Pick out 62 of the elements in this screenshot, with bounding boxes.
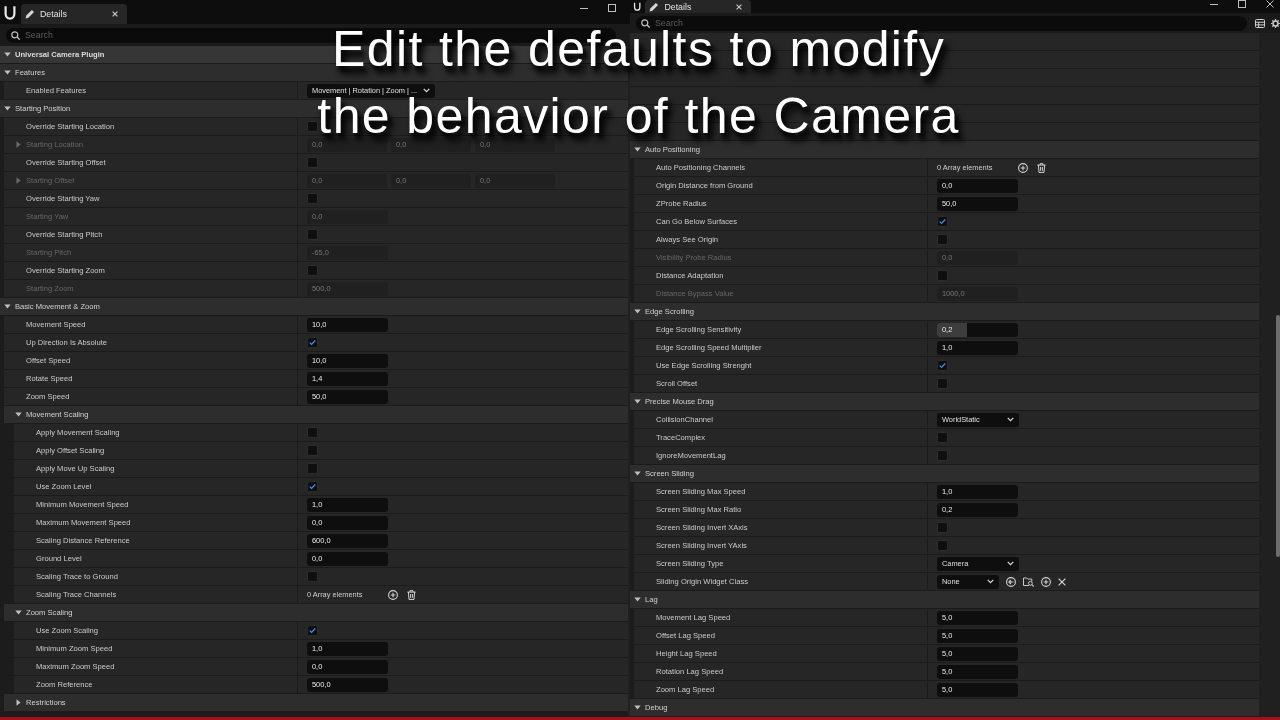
checkbox[interactable] (307, 337, 318, 348)
search-icon (11, 30, 20, 40)
caret-icon[interactable] (634, 704, 641, 711)
checkbox[interactable] (937, 234, 948, 245)
maximize-icon[interactable] (1238, 0, 1246, 8)
checkbox[interactable] (937, 522, 948, 533)
caret-icon[interactable] (4, 105, 11, 112)
plus-circle-icon[interactable] (1018, 162, 1029, 173)
checkbox[interactable] (307, 625, 318, 636)
caret-icon[interactable] (634, 398, 641, 405)
caret-icon[interactable] (634, 146, 641, 153)
pencil-icon (25, 9, 35, 19)
caret-icon[interactable] (4, 303, 11, 310)
caret-icon[interactable] (4, 69, 11, 76)
search-field[interactable]: Search (636, 15, 1247, 31)
caret-icon[interactable] (15, 609, 22, 616)
table-icon[interactable] (1255, 18, 1265, 28)
close-icon[interactable] (1266, 0, 1274, 8)
close-icon[interactable] (112, 11, 118, 17)
close-icon[interactable] (736, 3, 743, 10)
caret-icon[interactable] (634, 596, 641, 603)
panel-tab[interactable]: Details (21, 4, 127, 24)
checkbox[interactable] (307, 445, 318, 456)
checkbox[interactable] (307, 157, 318, 168)
chevron-down-icon (1007, 417, 1014, 422)
checkbox[interactable] (307, 121, 318, 132)
checkbox[interactable] (307, 427, 318, 438)
chevron-down-icon (987, 579, 994, 584)
folder-search-icon[interactable] (1023, 576, 1034, 587)
logo-icon (633, 2, 642, 11)
checkbox[interactable] (937, 540, 948, 551)
caret-icon[interactable] (15, 699, 22, 706)
checkbox[interactable] (937, 216, 948, 227)
checkbox[interactable] (937, 432, 948, 443)
checkbox[interactable] (307, 265, 318, 276)
checkbox[interactable] (307, 481, 318, 492)
caret-icon[interactable] (15, 411, 22, 418)
checkbox[interactable] (937, 270, 948, 281)
settings-icon[interactable] (1271, 18, 1280, 28)
checkbox[interactable] (937, 378, 948, 389)
checkbox[interactable] (307, 463, 318, 474)
caret-icon[interactable] (634, 308, 641, 315)
checkbox[interactable] (307, 571, 318, 582)
trash-icon[interactable] (1037, 162, 1047, 173)
chevron-down-icon (423, 88, 431, 93)
search-icon (641, 18, 650, 28)
arrow-left-circle-icon[interactable] (1006, 576, 1016, 587)
caret-icon[interactable] (634, 470, 641, 477)
trash-icon[interactable] (407, 589, 417, 600)
checkbox[interactable] (307, 193, 318, 204)
checkbox[interactable] (937, 450, 948, 461)
maximize-icon[interactable] (608, 4, 616, 12)
chevron-down-icon (1007, 561, 1014, 566)
logo-icon (3, 4, 17, 20)
scrollbar-thumb[interactable] (1276, 315, 1280, 557)
close-icon[interactable] (1058, 577, 1066, 586)
checkbox[interactable] (307, 229, 318, 240)
plus-circle-icon[interactable] (388, 589, 399, 600)
caret-icon[interactable] (4, 51, 11, 58)
checkbox[interactable] (937, 360, 948, 371)
panel-tab[interactable]: Details (645, 0, 752, 13)
plus-circle-icon[interactable] (1041, 576, 1051, 587)
